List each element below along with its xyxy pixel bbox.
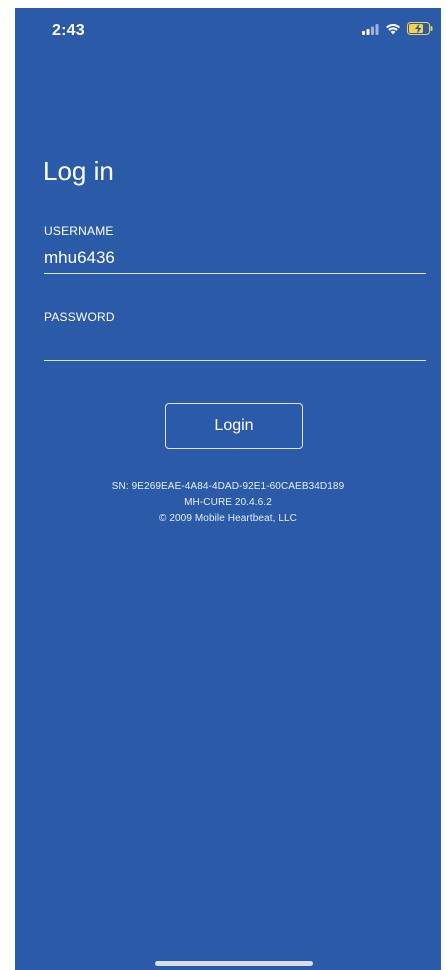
page-title: Log in (43, 156, 114, 186)
battery-charging-icon (407, 22, 433, 40)
wifi-icon (385, 22, 401, 40)
login-screen: 2:43 Log in USERNAME mhu6436 PASSWORD Lo… (15, 8, 441, 970)
password-label: PASSWORD (44, 310, 115, 324)
home-indicator[interactable] (155, 961, 313, 966)
password-underline (44, 360, 426, 361)
login-button[interactable]: Login (165, 403, 303, 449)
status-bar: 2:43 (15, 8, 441, 52)
app-info: SN: 9E269EAE-4A84-4DAD-92E1-60CAEB34D189… (15, 479, 441, 527)
app-version: MH-CURE 20.4.6.2 (184, 497, 272, 508)
copyright-notice: © 2009 Mobile Heartbeat, LLC (158, 513, 298, 524)
username-underline (44, 273, 426, 274)
username-input[interactable] (44, 248, 424, 268)
serial-number: SN: 9E269EAE-4A84-4DAD-92E1-60CAEB34D189 (111, 481, 345, 492)
status-time: 2:43 (52, 22, 85, 39)
signal-icon (362, 22, 379, 40)
password-input[interactable] (44, 334, 424, 354)
status-icons (362, 22, 433, 40)
username-label: USERNAME (44, 224, 114, 238)
